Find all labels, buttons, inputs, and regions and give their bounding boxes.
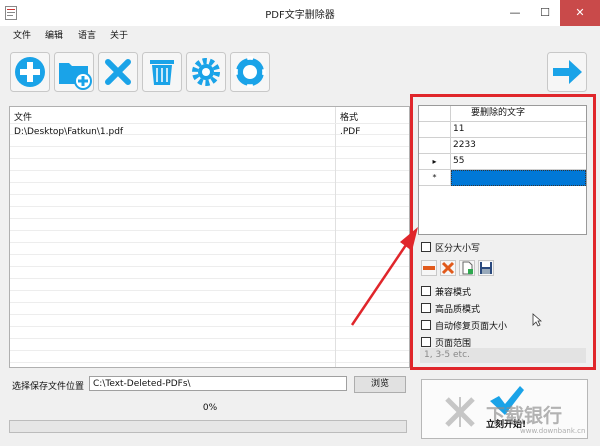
minimize-button[interactable]: — bbox=[500, 0, 530, 26]
add-file-button[interactable] bbox=[10, 52, 50, 92]
maximize-button[interactable]: ☐ bbox=[530, 0, 560, 26]
title-bar: PDF文字删除器 — ☐ ✕ bbox=[0, 0, 600, 26]
watermark-logo-icon bbox=[445, 397, 475, 427]
help-button[interactable] bbox=[230, 52, 270, 92]
watermark-text: 下载银行 bbox=[486, 405, 563, 427]
menu-bar: 文件 编辑 语言 关于 bbox=[0, 26, 600, 42]
column-format[interactable]: 格式 bbox=[340, 110, 358, 123]
column-file[interactable]: 文件 bbox=[14, 110, 32, 123]
menu-language[interactable]: 语言 bbox=[78, 28, 96, 41]
watermark-url: www.downbank.cn bbox=[520, 427, 586, 435]
menu-file[interactable]: 文件 bbox=[13, 28, 31, 41]
remove-button[interactable] bbox=[98, 52, 138, 92]
browse-button[interactable]: 浏览 bbox=[354, 376, 406, 393]
save-location-label: 选择保存文件位置 bbox=[12, 382, 85, 392]
menu-about[interactable]: 关于 bbox=[110, 28, 128, 41]
trash-button[interactable] bbox=[142, 52, 182, 92]
file-path-cell: D:\Desktop\Fatkun\1.pdf bbox=[14, 127, 124, 137]
menu-edit[interactable]: 编辑 bbox=[45, 28, 63, 41]
table-row[interactable]: D:\Desktop\Fatkun\1.pdf .PDF bbox=[10, 124, 409, 137]
file-list-header: 文件 格式 bbox=[10, 107, 409, 124]
column-divider bbox=[335, 107, 336, 367]
save-path-input[interactable]: C:\Text-Deleted-PDFs\ bbox=[89, 376, 347, 391]
close-button[interactable]: ✕ bbox=[560, 0, 600, 26]
next-button[interactable] bbox=[547, 52, 587, 92]
add-folder-button[interactable] bbox=[54, 52, 94, 92]
highlight-arrow bbox=[350, 227, 418, 326]
file-format-cell: .PDF bbox=[340, 127, 361, 137]
progress-text: 0% bbox=[202, 403, 218, 413]
settings-button[interactable] bbox=[186, 52, 226, 92]
highlight-frame bbox=[410, 94, 596, 370]
progress-bar bbox=[9, 420, 407, 433]
mouse-cursor-icon bbox=[532, 313, 542, 327]
